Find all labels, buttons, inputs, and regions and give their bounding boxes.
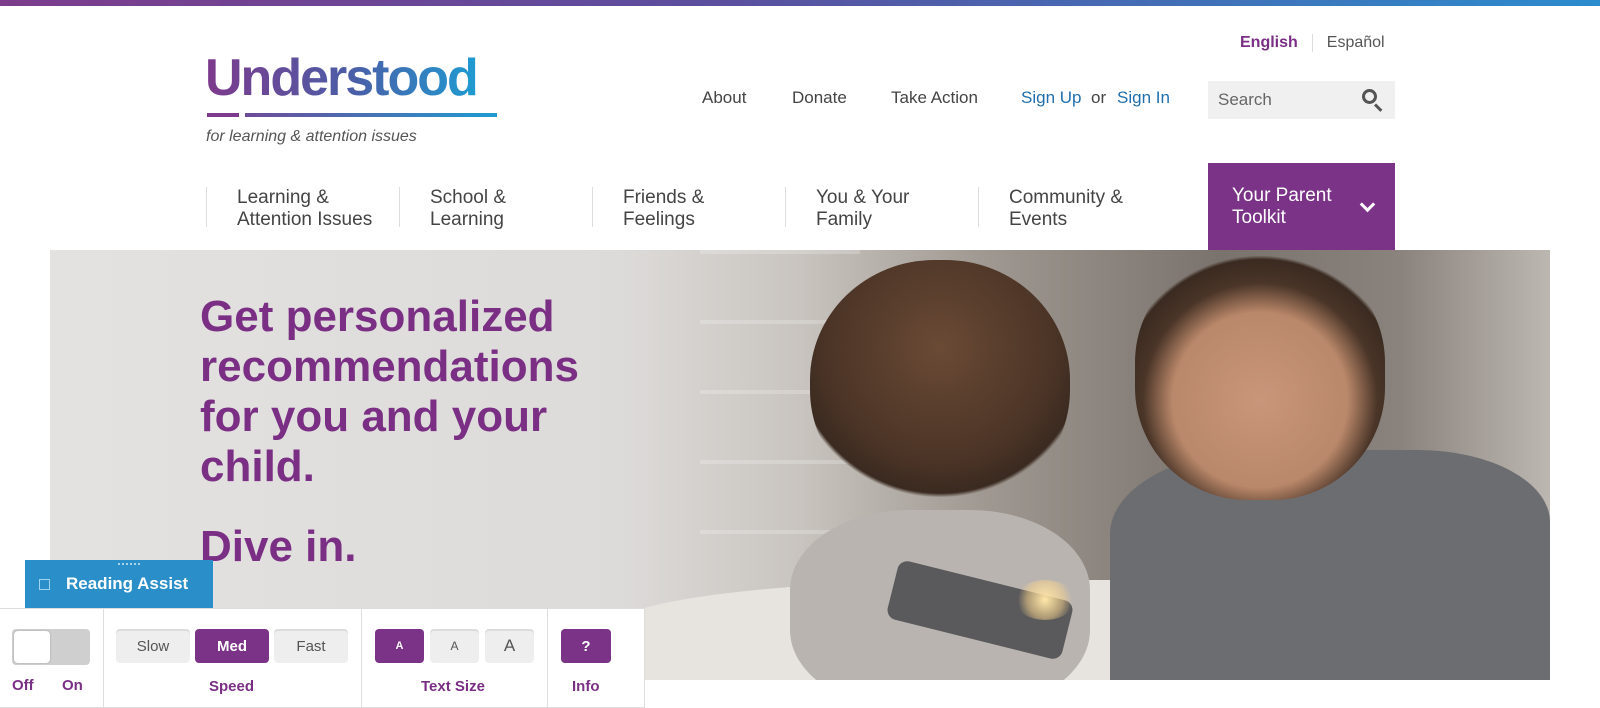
nav-school-learning[interactable]: School & Learning — [399, 187, 592, 230]
search-box — [1208, 81, 1395, 119]
speed-slow-button[interactable]: Slow — [116, 629, 190, 663]
nav-label-line2: Attention Issues — [237, 209, 373, 230]
nav-label-line1: Learning & — [237, 187, 329, 208]
hero-photo-child-face — [850, 400, 1030, 560]
language-espanol[interactable]: Español — [1313, 34, 1385, 52]
toggle-on-label: On — [62, 677, 83, 694]
nav-learning-attention[interactable]: Learning & Attention Issues — [206, 187, 399, 230]
logo[interactable]: Understood — [205, 49, 497, 117]
text-size-large-button[interactable]: A — [485, 629, 534, 663]
speed-fast-button[interactable]: Fast — [274, 629, 348, 663]
nav-label-line1: Community & — [1009, 187, 1124, 208]
logo-tagline: for learning & attention issues — [206, 128, 417, 145]
parent-toolkit-button[interactable]: Your Parent Toolkit — [1208, 163, 1395, 250]
logo-underline — [207, 113, 497, 117]
nav-label-line1: Friends & — [623, 187, 705, 208]
language-switcher: English Español — [1240, 34, 1385, 52]
speed-med-button[interactable]: Med — [195, 629, 269, 663]
nav-community-events[interactable]: Community & Events — [978, 187, 1178, 230]
top-gradient-bar — [0, 0, 1600, 6]
nav-label-line1: You & Your — [816, 187, 910, 208]
hero-photo-father-head — [1135, 250, 1385, 500]
text-size-medium-button[interactable]: A — [430, 629, 479, 663]
speed-section: Slow Med Fast Speed — [104, 609, 362, 708]
nav-label-line2: Feelings — [623, 209, 695, 230]
info-label: Info — [572, 678, 600, 695]
or-text: or — [1091, 88, 1107, 107]
nav-label-line2: Events — [1009, 209, 1068, 230]
sign-up-link[interactable]: Sign Up — [1021, 88, 1081, 108]
search-icon[interactable] — [1361, 88, 1385, 112]
nav-donate[interactable]: Donate — [792, 88, 847, 108]
text-size-small-button[interactable]: A — [375, 629, 424, 663]
speed-label: Speed — [209, 678, 255, 695]
reading-assist-toggle[interactable] — [12, 629, 90, 665]
text-size-label: Text Size — [421, 678, 485, 695]
info-button[interactable]: ? — [561, 629, 611, 663]
info-section: ? Info — [548, 609, 645, 708]
reading-assist-tab[interactable]: Reading Assist — [25, 560, 213, 608]
drag-grip-icon[interactable] — [118, 563, 142, 565]
hero-photo-father — [1110, 450, 1550, 680]
nav-label-line2: Learning — [430, 209, 504, 230]
toggle-knob — [14, 631, 50, 663]
nav-you-family[interactable]: You & Your Family — [785, 187, 978, 230]
nav-label-line1: School & — [430, 187, 507, 208]
nav-friends-feelings[interactable]: Friends & Feelings — [592, 187, 785, 230]
nav-label-line2: Family — [816, 209, 872, 230]
toggle-off-label: Off — [12, 677, 34, 694]
search-input[interactable] — [1218, 90, 1358, 110]
logo-wordmark: Understood — [205, 49, 479, 107]
hero-photo-screen-glow — [1015, 580, 1075, 620]
nav-take-action[interactable]: Take Action — [891, 88, 978, 108]
hero-cta-text[interactable]: Dive in. — [200, 522, 357, 572]
nav-about[interactable]: About — [702, 88, 746, 108]
toggle-section: Off On — [0, 609, 104, 708]
checkbox-icon — [39, 578, 50, 590]
toolkit-label-line2: Toolkit — [1232, 207, 1286, 228]
sign-in-link[interactable]: Sign In — [1117, 88, 1170, 108]
hero-title: Get personalized recommendations for you… — [200, 292, 579, 491]
text-size-section: A A A Text Size — [362, 609, 548, 708]
content-card-edge — [645, 680, 1245, 708]
language-english[interactable]: English — [1240, 34, 1313, 52]
reading-assist-panel: Off On Slow Med Fast Speed A A A Text Si… — [0, 608, 645, 708]
reading-assist-label: Reading Assist — [66, 574, 189, 593]
